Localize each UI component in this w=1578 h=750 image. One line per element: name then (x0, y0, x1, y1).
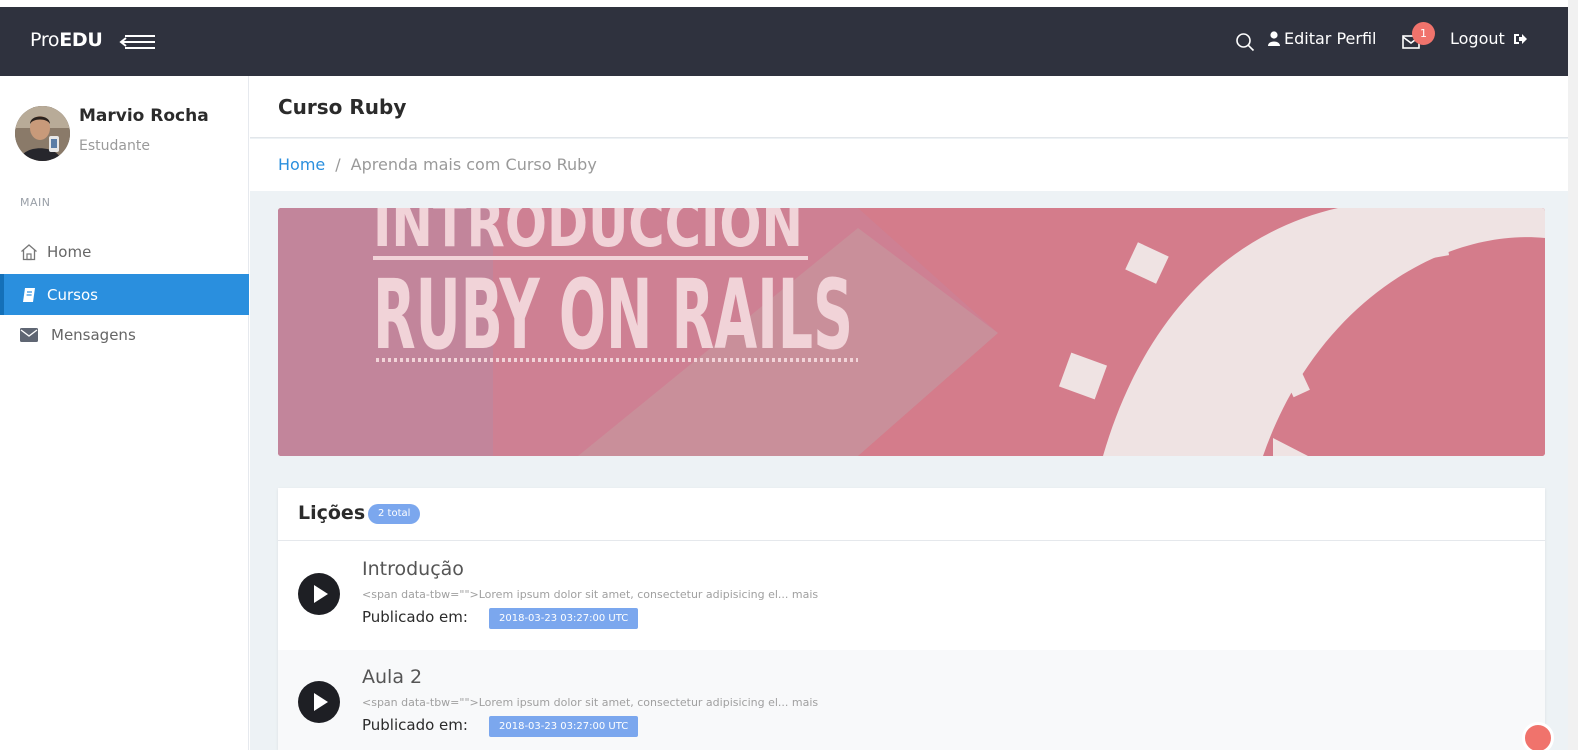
course-banner-image: INTRODUCCION RUBY ON RAILS (278, 208, 1545, 456)
published-date-badge: 2018-03-23 03:27:00 UTC (489, 608, 639, 629)
published-label: Publicado em: (362, 608, 468, 626)
lesson-item: Aula 2 <span data-tbw="">Lorem ipsum dol… (278, 650, 1545, 750)
play-icon[interactable] (298, 573, 340, 615)
home-icon (19, 243, 39, 261)
breadcrumb-separator: / (335, 155, 341, 174)
published-label: Publicado em: (362, 716, 468, 734)
page-header: Curso Ruby (250, 76, 1568, 138)
published-date-badge: 2018-03-23 03:27:00 UTC (489, 716, 639, 737)
banner-line1: INTRODUCCION (373, 208, 803, 262)
sidebar-item-cursos[interactable]: Cursos (0, 274, 249, 315)
main-content: Curso Ruby Home / Aprenda mais com Curso… (250, 76, 1568, 750)
sidebar-item-home[interactable]: Home (0, 231, 249, 272)
avatar[interactable] (15, 106, 70, 161)
lessons-header: Lições 2 total (278, 488, 1545, 541)
book-icon (19, 286, 39, 304)
sidebar: Marvio Rocha Estudante MAIN Home Cursos (0, 76, 249, 750)
lessons-card: Lições 2 total Introdução <span data-tbw… (278, 488, 1545, 750)
brand-prefix: Pro (30, 29, 60, 51)
lesson-title-link[interactable]: Aula 2 (362, 666, 422, 688)
chat-bubble-button[interactable] (1522, 722, 1554, 750)
lesson-item: Introdução <span data-tbw="">Lorem ipsum… (278, 542, 1545, 650)
sidebar-item-label: Mensagens (51, 325, 136, 344)
banner-line2: RUBY ON RAILS (373, 259, 853, 371)
edit-profile-link[interactable]: Editar Perfil (1268, 29, 1376, 48)
breadcrumb-bar: Home / Aprenda mais com Curso Ruby (250, 139, 1568, 191)
envelope-icon (19, 326, 39, 344)
brand-logo[interactable]: ProEDU (30, 29, 103, 51)
user-role: Estudante (79, 138, 150, 154)
scrollbar-track[interactable] (1568, 0, 1578, 750)
lesson-description: <span data-tbw="">Lorem ipsum dolor sit … (362, 588, 819, 601)
notification-count-badge: 1 (1412, 22, 1435, 45)
search-icon[interactable] (1235, 32, 1255, 52)
top-gap (0, 0, 1578, 7)
sidebar-toggle-icon[interactable] (119, 33, 157, 51)
lessons-total-badge: 2 total (368, 504, 421, 524)
lesson-title-link[interactable]: Introdução (362, 558, 464, 580)
lesson-description: <span data-tbw="">Lorem ipsum dolor sit … (362, 696, 819, 709)
sidebar-item-label: Home (47, 242, 92, 261)
logout-link[interactable]: Logout (1450, 29, 1527, 48)
brand-bold: EDU (59, 29, 103, 51)
logout-label: Logout (1450, 29, 1505, 48)
top-navbar: ProEDU Editar Perfil 1 Logout (0, 7, 1568, 76)
page-title: Curso Ruby (278, 95, 407, 119)
sidebar-section-label: MAIN (20, 196, 51, 209)
play-icon[interactable] (298, 681, 340, 723)
breadcrumb-current: Aprenda mais com Curso Ruby (350, 155, 597, 174)
breadcrumb-home-link[interactable]: Home (278, 155, 325, 174)
sidebar-item-label: Cursos (47, 285, 98, 304)
lessons-title: Lições (298, 502, 366, 524)
sign-out-icon (1513, 33, 1527, 44)
sidebar-item-mensagens[interactable]: Mensagens (0, 314, 249, 355)
breadcrumb: Home / Aprenda mais com Curso Ruby (278, 155, 597, 174)
edit-profile-label: Editar Perfil (1284, 29, 1377, 48)
user-icon (1268, 31, 1280, 46)
user-name: Marvio Rocha (79, 106, 209, 126)
